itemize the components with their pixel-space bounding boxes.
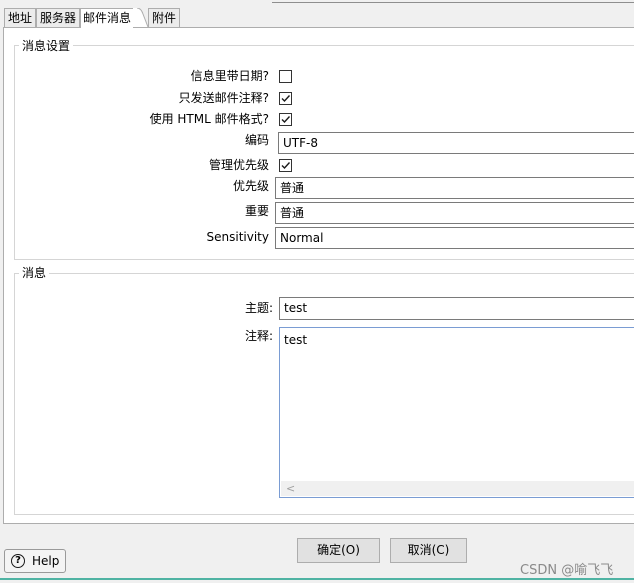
sensitivity-label: Sensitivity bbox=[206, 230, 269, 244]
only-comments-checkbox[interactable] bbox=[279, 92, 292, 105]
checkmark-icon bbox=[281, 116, 291, 124]
help-icon: ? bbox=[11, 554, 25, 568]
html-format-label: 使用 HTML 邮件格式? bbox=[149, 112, 269, 126]
importance-label: 重要 bbox=[244, 204, 269, 218]
only-comments-label: 只发送邮件注释? bbox=[178, 91, 269, 105]
help-button[interactable]: ? Help bbox=[4, 549, 66, 573]
manage-priority-checkbox[interactable] bbox=[279, 159, 292, 172]
cancel-button[interactable]: 取消(C) bbox=[390, 538, 467, 563]
scroll-left-icon[interactable]: < bbox=[286, 481, 295, 496]
manage-priority-label: 管理优先级 bbox=[208, 158, 269, 172]
subject-input[interactable]: test bbox=[279, 297, 634, 320]
tab-edge-decoration bbox=[133, 8, 149, 27]
comment-text: test bbox=[284, 333, 308, 347]
window-top-edge bbox=[272, 0, 634, 3]
tab-mail-message[interactable]: 邮件消息 bbox=[80, 8, 134, 28]
subject-label: 主题: bbox=[244, 301, 273, 315]
include-date-label: 信息里带日期? bbox=[190, 69, 269, 83]
comment-textarea[interactable]: test < bbox=[279, 327, 634, 498]
priority-select[interactable]: 普通 bbox=[275, 177, 634, 199]
settings-group-title: 消息设置 bbox=[19, 39, 74, 53]
ok-button[interactable]: 确定(O) bbox=[297, 538, 380, 563]
checkmark-icon bbox=[281, 95, 291, 103]
sensitivity-select[interactable]: Normal bbox=[275, 227, 634, 249]
horizontal-scrollbar[interactable]: < bbox=[281, 481, 634, 496]
include-date-checkbox[interactable] bbox=[279, 70, 292, 83]
message-group-title: 消息 bbox=[19, 266, 50, 280]
window-bottom-accent bbox=[0, 578, 634, 580]
watermark-text: CSDN @喻飞飞 bbox=[520, 563, 614, 578]
comment-label: 注释: bbox=[244, 329, 273, 343]
tab-attachments[interactable]: 附件 bbox=[148, 8, 180, 27]
tab-server[interactable]: 服务器 bbox=[36, 8, 80, 27]
help-button-label: Help bbox=[32, 554, 60, 568]
checkmark-icon bbox=[281, 162, 291, 170]
html-format-checkbox[interactable] bbox=[279, 113, 292, 126]
encoding-field[interactable]: UTF-8 bbox=[278, 132, 634, 154]
priority-label: 优先级 bbox=[232, 179, 269, 193]
mail-message-panel: 消息设置 信息里带日期? 只发送邮件注释? 使用 HTML 邮件格式? 编码 U… bbox=[3, 27, 634, 524]
tab-address[interactable]: 地址 bbox=[4, 8, 36, 27]
importance-select[interactable]: 普通 bbox=[275, 202, 634, 224]
encoding-label: 编码 bbox=[244, 133, 269, 147]
